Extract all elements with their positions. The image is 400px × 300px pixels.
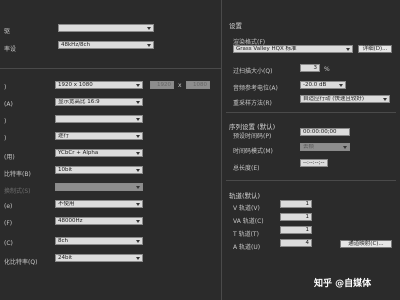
audio-ref-dropdown[interactable]: -20.0 dB <box>300 81 346 89</box>
sequence-title: 序列设置 (默认) <box>229 123 276 131</box>
va-track-label: VA 轨道(C) <box>233 218 264 225</box>
v-track-label: V 轨道(V) <box>233 205 260 212</box>
left-row1-label: 驱 <box>4 28 11 35</box>
conversion-dropdown[interactable] <box>55 183 143 191</box>
left-row1-dropdown[interactable] <box>58 24 154 32</box>
channel-mapping-button[interactable]: 通道映射(C)... <box>340 240 392 248</box>
left-row9-label: 换制式(S) <box>4 188 31 195</box>
timecode-mode-dropdown[interactable]: 丢帧 <box>300 143 350 151</box>
audio-format-dropdown[interactable]: 48kHz/8ch <box>58 41 154 49</box>
audio-ref-label: 音频参考电位(A) <box>233 85 278 92</box>
sequence-section-divider <box>226 180 396 181</box>
a-track-label: A 轨道(U) <box>233 244 261 251</box>
frame-size-x-label: x <box>178 82 182 89</box>
settings-section-divider <box>226 112 396 113</box>
left-row3-label: ) <box>4 84 7 91</box>
left-row2-label: 率设 <box>4 46 17 53</box>
details-button[interactable]: 详细(D)... <box>358 45 392 53</box>
t-track-label: T 轨道(T) <box>233 231 259 238</box>
overscan-dropdown[interactable]: 不使用 <box>55 200 143 208</box>
audio-channels-dropdown[interactable]: 8ch <box>55 237 143 245</box>
left-row13-label: 化比特率(Q) <box>4 259 38 266</box>
va-track-input[interactable]: 1 <box>280 213 312 221</box>
video-bitdepth-dropdown[interactable]: 10bit <box>55 166 143 174</box>
total-length-input[interactable]: --:--:--;-- <box>300 159 328 167</box>
panel-divider <box>221 0 222 300</box>
left-row12-label: (C) <box>4 240 13 247</box>
t-track-input[interactable]: 1 <box>280 226 312 234</box>
left-row11-label: (F) <box>4 220 13 227</box>
render-format-dropdown[interactable]: Grass Valley HQX 标准 <box>233 45 353 53</box>
left-row10-label: (e) <box>4 203 13 210</box>
max-size-label: 过扫描大小(Q) <box>233 68 273 75</box>
total-length-label: 总长度(E) <box>233 165 260 172</box>
watermark-text: 知乎 @自媒体 <box>314 279 372 289</box>
resample-dropdown[interactable]: 自适应行动 (快速且较好) <box>300 95 390 103</box>
left-row8-label: 比特率(B) <box>4 171 31 178</box>
audio-bitdepth-dropdown[interactable]: 24bit <box>55 254 143 262</box>
v-track-input[interactable]: 1 <box>280 200 312 208</box>
timecode-label: 预设时间码(P) <box>233 133 272 140</box>
frame-rate-dropdown[interactable] <box>55 115 143 123</box>
left-row4-label: (A) <box>4 101 13 108</box>
a-track-input[interactable]: 4 <box>280 239 312 247</box>
max-size-unit: % <box>324 66 330 73</box>
left-row5-label: ) <box>4 118 7 125</box>
timecode-input[interactable]: 00:00:00;00 <box>300 128 350 136</box>
tracks-title: 轨道(默认) <box>229 192 261 200</box>
settings-title: 设置 <box>229 22 242 30</box>
frame-width-input[interactable]: 1920 <box>150 81 174 89</box>
left-section-divider <box>0 68 221 69</box>
frame-size-dropdown[interactable]: 1920 x 1080 <box>55 81 143 89</box>
video-format-dropdown[interactable]: YCbCr + Alpha <box>55 149 143 157</box>
frame-height-input[interactable]: 1080 <box>186 81 210 89</box>
left-row7-label: (用) <box>4 154 15 161</box>
field-order-dropdown[interactable]: 逐行 <box>55 132 143 140</box>
left-row6-label: ) <box>4 135 7 142</box>
max-size-input[interactable]: 3 <box>300 64 320 72</box>
sample-rate-dropdown[interactable]: 48000Hz <box>55 217 143 225</box>
timecode-mode-label: 时间码模式(M) <box>233 148 273 155</box>
aspect-ratio-dropdown[interactable]: 显示宽高比 16:9 <box>55 98 143 106</box>
resample-label: 重采样方法(R) <box>233 100 272 107</box>
